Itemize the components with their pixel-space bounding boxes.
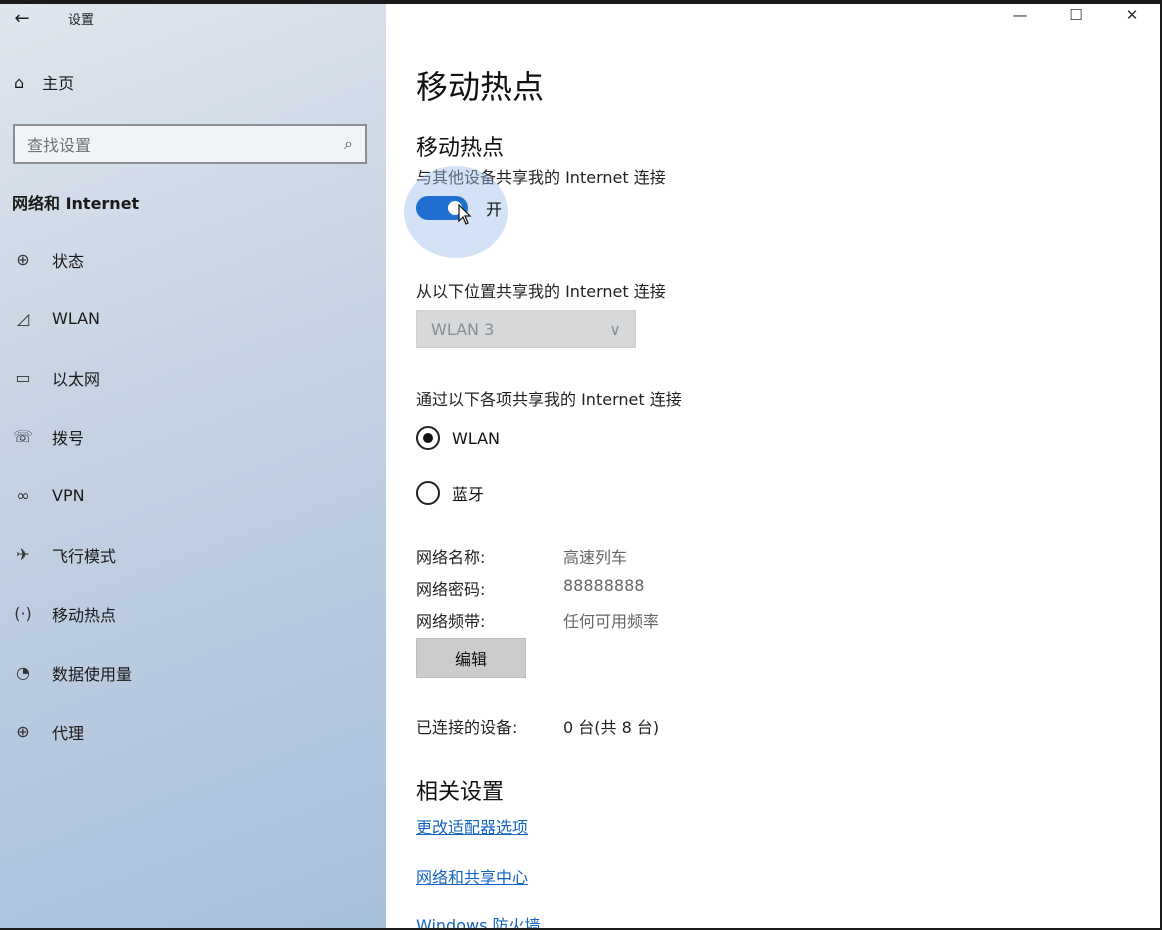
radio-option-bluetooth[interactable]: 蓝牙 (416, 481, 484, 505)
sidebar-item-label: 移动热点 (52, 605, 117, 625)
sidebar-item-mobile-hotspot[interactable]: (·) 移动热点 (0, 584, 386, 643)
connected-devices-value: 0 台(共 8 台) (563, 718, 660, 737)
link-network-sharing-center[interactable]: 网络和共享中心 (416, 864, 528, 888)
link-change-adapter-options[interactable]: 更改适配器选项 (416, 814, 528, 838)
sidebar-item-label: 代理 (52, 723, 85, 743)
airplane-icon: ✈ (16, 545, 30, 564)
main-content: 移动热点 移动热点 与其他设备共享我的 Internet 连接 开 从以下位置共… (404, 4, 1160, 928)
hotspot-toggle-row: 开 (404, 166, 508, 258)
title-bar: ← 设置 (0, 4, 386, 32)
search-input[interactable]: 查找设置 ⌕ (13, 124, 367, 164)
network-name-value: 高速列车 (563, 548, 628, 567)
proxy-icon: ⊕ (16, 722, 30, 741)
back-arrow-icon: ← (14, 7, 30, 29)
radio-label: 蓝牙 (452, 485, 485, 504)
sidebar-item-status[interactable]: ⊕ 状态 (0, 230, 386, 289)
edit-button[interactable]: 编辑 (416, 638, 526, 678)
chevron-down-icon: ∨ (609, 319, 621, 339)
connected-devices-label: 已连接的设备: (416, 718, 518, 737)
home-nav-item[interactable]: ⌂ 主页 (14, 70, 74, 94)
search-icon[interactable]: ⌕ (344, 134, 353, 154)
ethernet-icon: ▭ (15, 368, 31, 387)
sidebar-item-label: 以太网 (52, 369, 101, 389)
radio-button[interactable] (416, 481, 440, 505)
connected-devices-row: 已连接的设备: 0 台(共 8 台) (416, 714, 659, 738)
sidebar-item-airplane-mode[interactable]: ✈ 飞行模式 (0, 525, 386, 584)
sidebar: ← 设置 ⌂ 主页 查找设置 ⌕ 网络和 Internet ⊕ 状态 ◿ WLA… (0, 4, 386, 928)
page-title: 移动热点 (416, 68, 545, 106)
vpn-icon: ∞ (16, 486, 30, 505)
sidebar-item-vpn[interactable]: ∞ VPN (0, 466, 386, 525)
back-button[interactable]: ← (0, 4, 44, 32)
radio-option-wlan[interactable]: WLAN (416, 426, 500, 450)
sidebar-item-label: 拨号 (52, 428, 85, 448)
sidebar-item-dialup[interactable]: ☏ 拨号 (0, 407, 386, 466)
network-name-label: 网络名称: (416, 548, 486, 567)
home-icon: ⌂ (14, 72, 25, 92)
toggle-state-label: 开 (486, 200, 503, 219)
source-label: 从以下位置共享我的 Internet 连接 (416, 282, 666, 301)
network-password-value: 88888888 (563, 576, 645, 595)
settings-window: ← 设置 ⌂ 主页 查找设置 ⌕ 网络和 Internet ⊕ 状态 ◿ WLA… (0, 4, 1160, 928)
window-title: 设置 (68, 12, 95, 28)
phone-icon: ☏ (12, 427, 33, 446)
network-band-label: 网络频带: (416, 612, 486, 631)
sidebar-nav: ⊕ 状态 ◿ WLAN ▭ 以太网 ☏ 拨号 ∞ VPN ✈ 飞行模式 (·) … (0, 230, 386, 761)
network-name-row: 网络名称: 高速列车 (416, 544, 627, 568)
sidebar-item-data-usage[interactable]: ◔ 数据使用量 (0, 643, 386, 702)
search-placeholder: 查找设置 (27, 136, 92, 155)
network-band-row: 网络频带: 任何可用频率 (416, 608, 659, 632)
source-select-value: WLAN 3 (431, 319, 495, 339)
share-via-label: 通过以下各项共享我的 Internet 连接 (416, 390, 682, 409)
network-password-label: 网络密码: (416, 580, 486, 599)
wifi-icon: ◿ (16, 309, 30, 328)
sidebar-item-ethernet[interactable]: ▭ 以太网 (0, 348, 386, 407)
mouse-cursor-icon (458, 203, 472, 231)
sidebar-item-label: VPN (52, 486, 85, 505)
network-band-value: 任何可用频率 (563, 612, 660, 631)
radio-label: WLAN (452, 428, 501, 448)
sidebar-item-label: 状态 (52, 251, 85, 271)
source-select[interactable]: WLAN 3 ∨ (416, 310, 636, 348)
data-usage-icon: ◔ (16, 663, 30, 682)
sidebar-item-proxy[interactable]: ⊕ 代理 (0, 702, 386, 761)
hotspot-icon: (·) (14, 604, 32, 623)
sidebar-item-wlan[interactable]: ◿ WLAN (0, 289, 386, 348)
sidebar-item-label: 数据使用量 (52, 664, 133, 684)
link-windows-firewall[interactable]: Windows 防火墙 (416, 912, 541, 928)
home-label: 主页 (42, 74, 75, 93)
sidebar-item-label: WLAN (52, 309, 101, 328)
radio-button[interactable] (416, 426, 440, 450)
related-settings-heading: 相关设置 (416, 780, 505, 805)
network-password-row: 网络密码: 88888888 (416, 576, 644, 600)
section-heading: 移动热点 (416, 136, 505, 161)
globe-icon: ⊕ (16, 250, 30, 269)
sidebar-section-title: 网络和 Internet (12, 194, 140, 213)
sidebar-item-label: 飞行模式 (52, 546, 117, 566)
